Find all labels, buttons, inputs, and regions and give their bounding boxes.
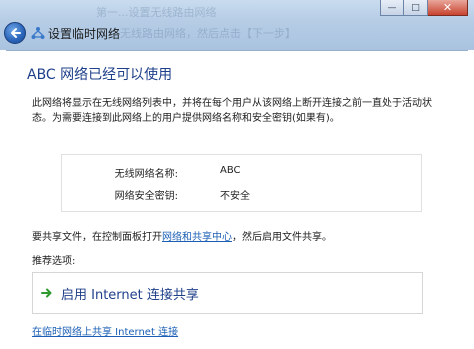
share-text-before: 要共享文件，在控制面板打开 — [32, 232, 162, 243]
share-text-after: ，然后启用文件共享。 — [232, 232, 332, 243]
background-window-text: 无线路由网络，然后点击【下一步】 — [120, 27, 296, 40]
enable-ics-label: 启用 Internet 连接共享 — [61, 287, 199, 303]
background-window-text: 第一...设置无线路由网络 — [96, 6, 217, 19]
security-key-value: 不安全 — [220, 191, 250, 202]
network-info-box: 无线网络名称: ABC 网络安全密钥: 不安全 — [61, 154, 422, 212]
description-text: 此网络将显示在无线网络列表中，并将在每个用户从该网络上断开连接之前一直处于活动状… — [32, 98, 432, 124]
back-button[interactable] — [4, 22, 26, 44]
security-key-label: 网络安全密钥: — [114, 191, 178, 202]
close-button[interactable]: ✕ — [428, 0, 468, 16]
back-arrow-icon — [11, 28, 21, 38]
title-bar: 第一...设置无线路由网络 无线路由网络，然后点击【下一步】 设置临时网络 — … — [0, 0, 474, 50]
enable-ics-command-link[interactable]: 启用 Internet 连接共享 — [32, 272, 423, 314]
minimize-button[interactable]: — — [380, 0, 404, 16]
page-title: ABC 网络已经可以使用 — [27, 67, 173, 83]
network-icon — [31, 27, 45, 39]
dialog-title: 设置临时网络 — [48, 27, 121, 41]
maximize-button[interactable]: □ — [404, 0, 428, 16]
share-internet-link[interactable]: 在临时网络上共享 Internet 连接 — [32, 323, 178, 338]
network-name-value: ABC — [220, 165, 241, 176]
green-arrow-icon — [41, 288, 52, 298]
file-sharing-instructions: 要共享文件，在控制面板打开网络和共享中心，然后启用文件共享。 — [32, 228, 332, 243]
recommended-options-label: 推荐选项: — [32, 256, 76, 267]
network-sharing-center-link[interactable]: 网络和共享中心 — [162, 232, 232, 243]
network-name-label: 无线网络名称: — [114, 169, 178, 180]
window-controls: — □ ✕ — [380, 0, 468, 16]
